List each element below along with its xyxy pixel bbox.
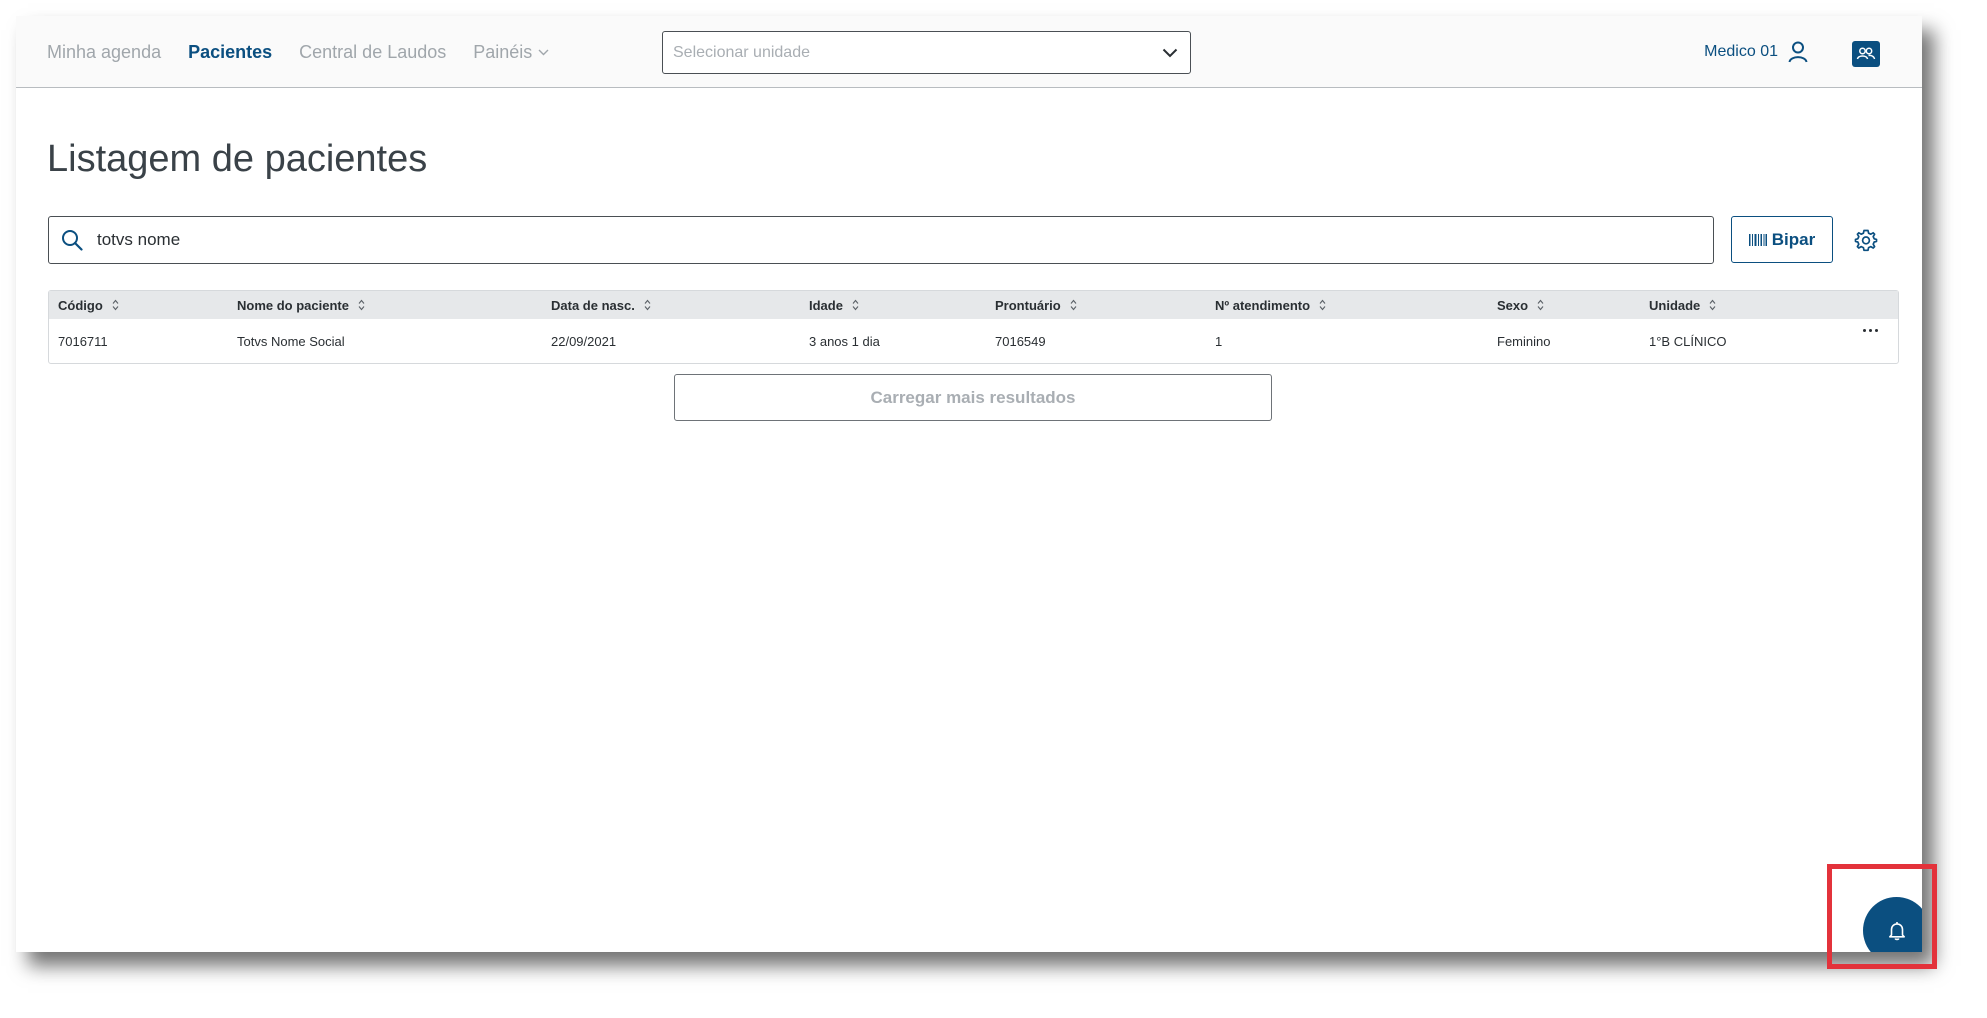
column-header-label: Código xyxy=(58,297,103,313)
column-header-sexo[interactable]: Sexo xyxy=(1497,291,1544,319)
sort-icon xyxy=(1709,299,1716,311)
nav-paineis-label: Painéis xyxy=(473,41,533,62)
column-header-unidade[interactable]: Unidade xyxy=(1649,291,1716,319)
load-more-button[interactable]: Carregar mais resultados xyxy=(674,374,1272,421)
nav-minha-agenda[interactable]: Minha agenda xyxy=(47,42,161,63)
column-header-label: Prontuário xyxy=(995,297,1061,313)
users-icon xyxy=(1856,47,1876,60)
sort-icon xyxy=(112,299,119,311)
app-window: Minha agenda Pacientes Central de Laudos… xyxy=(16,16,1922,952)
cell-idade: 3 anos 1 dia xyxy=(809,333,880,349)
column-header-label: Sexo xyxy=(1497,297,1529,313)
row-actions-more-icon[interactable] xyxy=(1860,329,1878,332)
main-nav: Minha agenda Pacientes Central de Laudos… xyxy=(47,16,576,88)
chevron-down-icon xyxy=(538,49,549,55)
nav-central-de-laudos[interactable]: Central de Laudos xyxy=(299,42,446,63)
switch-profile-button[interactable] xyxy=(1852,41,1880,67)
user-menu[interactable]: Medico 01 xyxy=(1704,16,1808,88)
highlight-frame xyxy=(1827,864,1937,969)
column-header-data-nasc[interactable]: Data de nasc. xyxy=(551,291,651,319)
cell-nome: Totvs Nome Social xyxy=(237,333,345,349)
patients-table: Código Nome do paciente Data de nasc. Id… xyxy=(48,290,1899,364)
cell-prontuario: 7016549 xyxy=(995,333,1046,349)
chevron-down-icon xyxy=(1162,48,1178,57)
nav-pacientes[interactable]: Pacientes xyxy=(188,42,272,63)
bipar-button[interactable]: Bipar xyxy=(1731,216,1833,263)
column-header-label: Data de nasc. xyxy=(551,297,635,313)
page-title: Listagem de pacientes xyxy=(47,138,428,180)
column-header-prontuario[interactable]: Prontuário xyxy=(995,291,1077,319)
column-header-codigo[interactable]: Código xyxy=(58,291,119,319)
sort-icon xyxy=(644,299,651,311)
column-header-label: Idade xyxy=(809,297,843,313)
user-icon xyxy=(1788,41,1808,63)
cell-unidade: 1°B CLÍNICO xyxy=(1649,333,1727,349)
column-header-nome[interactable]: Nome do paciente xyxy=(237,291,365,319)
column-header-label: Nº atendimento xyxy=(1215,297,1311,313)
cell-sexo: Feminino xyxy=(1497,333,1551,349)
column-header-label: Unidade xyxy=(1649,297,1701,313)
unit-select[interactable]: Selecionar unidade xyxy=(662,31,1191,74)
nav-paineis[interactable]: Painéis xyxy=(473,42,549,63)
bipar-label: Bipar xyxy=(1771,229,1816,249)
search-input[interactable] xyxy=(97,230,1597,250)
screenshot-stage: Minha agenda Pacientes Central de Laudos… xyxy=(0,0,1987,1018)
cell-atendimento: 1 xyxy=(1215,333,1223,349)
cell-data-nasc: 22/09/2021 xyxy=(551,333,617,349)
top-navigation-bar: Minha agenda Pacientes Central de Laudos… xyxy=(16,16,1922,88)
search-icon xyxy=(62,230,83,251)
sort-icon xyxy=(1319,299,1326,311)
search-box[interactable] xyxy=(48,216,1714,264)
sort-icon xyxy=(1537,299,1544,311)
column-header-idade[interactable]: Idade xyxy=(809,291,859,319)
user-name: Medico 01 xyxy=(1704,43,1778,60)
unit-select-placeholder: Selecionar unidade xyxy=(673,43,810,61)
cell-codigo: 7016711 xyxy=(58,333,108,349)
column-header-label: Nome do paciente xyxy=(237,297,349,313)
barcode-icon xyxy=(1748,233,1767,246)
gear-icon xyxy=(1854,229,1878,252)
sort-icon xyxy=(1070,299,1077,311)
column-header-atendimento[interactable]: Nº atendimento xyxy=(1215,291,1326,319)
table-header: Código Nome do paciente Data de nasc. Id… xyxy=(49,291,1898,319)
sort-icon xyxy=(358,299,365,311)
sort-icon xyxy=(852,299,859,311)
settings-button[interactable] xyxy=(1854,228,1878,257)
